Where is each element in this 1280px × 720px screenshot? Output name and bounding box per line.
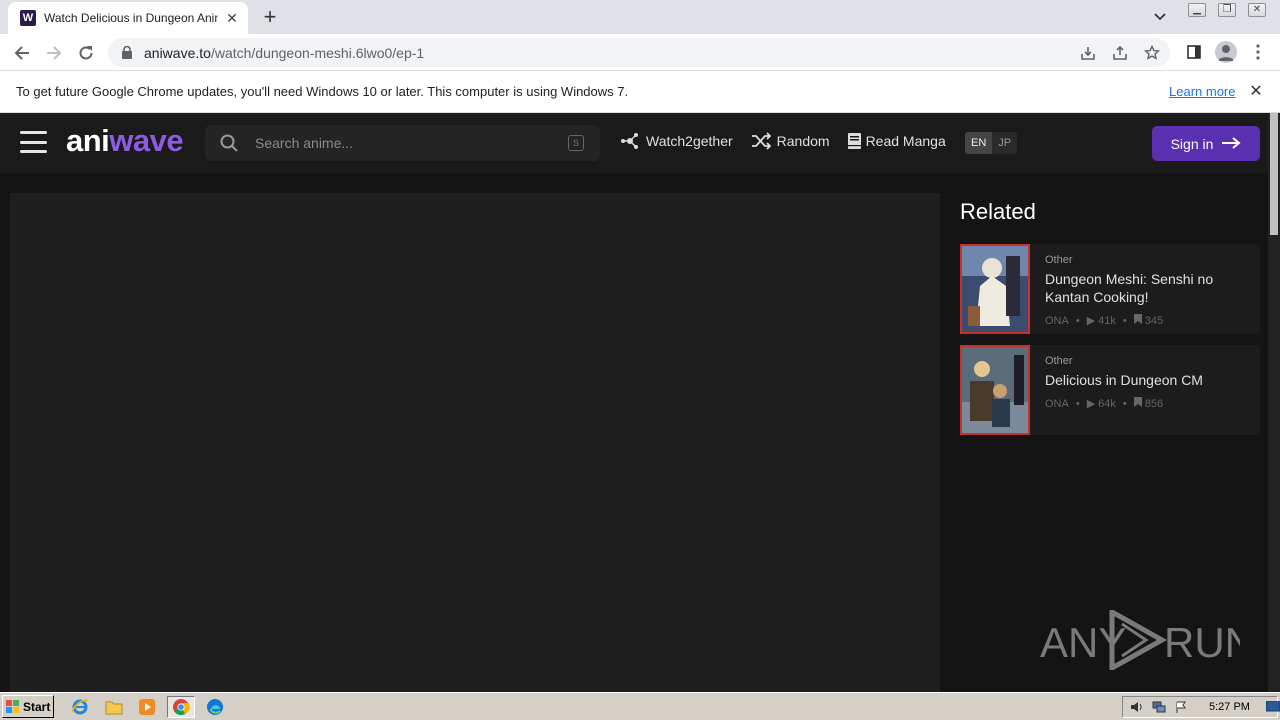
nav-read-manga-label: Read Manga (865, 133, 946, 149)
system-tray: 5:27 PM (1122, 696, 1280, 718)
nav-random[interactable]: Random (751, 132, 830, 150)
forward-arrow-icon[interactable] (42, 41, 66, 65)
arrow-right-icon (1221, 133, 1241, 154)
related-item[interactable]: Other Delicious in Dungeon CM ONA • ▶ 64… (960, 345, 1260, 435)
restore-button[interactable]: ❐ (1212, 0, 1242, 20)
related-meta: ONA • ▶ 64k • 856 (1045, 397, 1164, 410)
related-heading: Related (960, 199, 1036, 224)
nav-read-manga[interactable]: Read Manga (848, 132, 946, 150)
show-desktop-icon[interactable] (1265, 700, 1280, 714)
url-text: aniwave.to/watch/dungeon-meshi.6lwo0/ep-… (144, 44, 425, 61)
minimize-button[interactable]: ▁ (1182, 0, 1212, 20)
scroll-thumb[interactable] (1270, 113, 1278, 235)
bookmark-star-icon[interactable] (1142, 43, 1162, 63)
windows-taskbar: Start 5:27 PM (0, 692, 1280, 720)
shuffle-icon (751, 132, 771, 150)
book-icon (848, 132, 862, 150)
lang-jp-button[interactable]: JP (992, 132, 1017, 154)
related-bookmarks: 856 (1144, 397, 1164, 410)
site-logo[interactable]: aniwave (66, 123, 184, 159)
chrome-taskbar-icon[interactable] (167, 696, 195, 718)
related-type: Other (1045, 254, 1073, 266)
chrome-menu-icon[interactable] (1246, 39, 1270, 65)
related-item[interactable]: Other Dungeon Meshi: Senshi no Kantan Co… (960, 244, 1260, 334)
window-controls: ▁ ❐ ✕ (1182, 0, 1272, 20)
browser-tab[interactable]: W Watch Delicious in Dungeon Anime O ✕ (8, 2, 248, 34)
browser-toolbar: aniwave.to/watch/dungeon-meshi.6lwo0/ep-… (0, 34, 1280, 71)
nav-watch2gether-label: Watch2gether (646, 133, 733, 149)
video-player[interactable] (10, 193, 940, 692)
related-title[interactable]: Dungeon Meshi: Senshi no Kantan Cooking! (1045, 270, 1255, 306)
start-label: Start (23, 699, 51, 714)
search-icon[interactable] (219, 133, 239, 153)
windows-flag-icon (6, 699, 20, 714)
browser-tab-strip: W Watch Delicious in Dungeon Anime O ✕ +… (0, 0, 1280, 34)
related-type: Other (1045, 355, 1073, 367)
related-bookmarks: 345 (1144, 314, 1164, 327)
back-arrow-icon[interactable] (10, 41, 34, 65)
header-nav: Watch2gether Random Read Manga (620, 132, 964, 150)
language-toggle: EN JP (965, 132, 1018, 154)
close-window-button[interactable]: ✕ (1242, 0, 1272, 20)
start-button[interactable]: Start (2, 695, 54, 718)
tab-close-icon[interactable]: ✕ (224, 10, 240, 26)
address-bar[interactable]: aniwave.to/watch/dungeon-meshi.6lwo0/ep-… (108, 38, 1170, 67)
bookmark-icon (1133, 397, 1142, 410)
related-title[interactable]: Delicious in Dungeon CM (1045, 371, 1255, 389)
search-shortcut-hint: S (568, 135, 584, 151)
play-icon: ▶ (1086, 398, 1096, 410)
network-icon[interactable] (1151, 700, 1167, 714)
install-app-icon[interactable] (1078, 43, 1098, 63)
reload-icon[interactable] (74, 41, 98, 65)
play-icon: ▶ (1086, 315, 1096, 327)
lang-en-button[interactable]: EN (965, 132, 993, 154)
sign-in-button[interactable]: Sign in (1152, 126, 1260, 161)
anyrun-watermark: ANY RUN (1040, 607, 1255, 673)
search-input[interactable] (255, 135, 555, 151)
related-views: 41k (1098, 314, 1116, 327)
action-center-flag-icon[interactable] (1173, 700, 1189, 714)
side-panel-icon[interactable] (1182, 39, 1206, 65)
tab-title: Watch Delicious in Dungeon Anime O (44, 11, 218, 25)
related-views: 64k (1098, 397, 1116, 410)
update-infobar: To get future Google Chrome updates, you… (0, 71, 1280, 113)
page-scrollbar[interactable] (1268, 113, 1280, 692)
bookmark-icon (1133, 314, 1142, 327)
nav-watch2gether[interactable]: Watch2gether (620, 132, 733, 150)
taskbar-clock[interactable]: 5:27 PM (1209, 701, 1250, 713)
watermark-text-right: RUN (1164, 619, 1240, 666)
menu-hamburger-icon[interactable] (20, 131, 47, 153)
infobar-message: To get future Google Chrome updates, you… (16, 84, 629, 99)
edge-icon[interactable] (203, 696, 227, 718)
profile-avatar-icon[interactable] (1214, 39, 1238, 65)
related-format: ONA (1045, 397, 1069, 410)
ie-icon[interactable] (68, 696, 92, 718)
main-content: Related Other Dungeon Meshi: Senshi no K… (0, 173, 1268, 692)
media-player-icon[interactable] (135, 696, 159, 718)
related-meta: ONA • ▶ 41k • 345 (1045, 314, 1164, 327)
share-icon[interactable] (1110, 43, 1130, 63)
search-box: S (205, 125, 600, 161)
sign-in-label: Sign in (1170, 135, 1214, 152)
tab-search-chevron-icon[interactable] (1150, 8, 1170, 26)
related-thumbnail[interactable] (960, 244, 1030, 334)
volume-icon[interactable] (1129, 700, 1145, 714)
nav-random-label: Random (776, 133, 830, 149)
learn-more-link[interactable]: Learn more (1169, 84, 1235, 99)
site-header: aniwave S Watch2gether Random Read Manga (0, 113, 1268, 173)
related-format: ONA (1045, 314, 1069, 327)
related-thumbnail[interactable] (960, 345, 1030, 435)
file-explorer-icon[interactable] (102, 696, 126, 718)
watch2gether-icon (620, 132, 640, 150)
lock-icon[interactable] (120, 46, 134, 60)
site-favicon-icon: W (20, 10, 36, 26)
infobar-close-icon[interactable]: ✕ (1248, 83, 1264, 100)
new-tab-button[interactable]: + (258, 6, 282, 28)
